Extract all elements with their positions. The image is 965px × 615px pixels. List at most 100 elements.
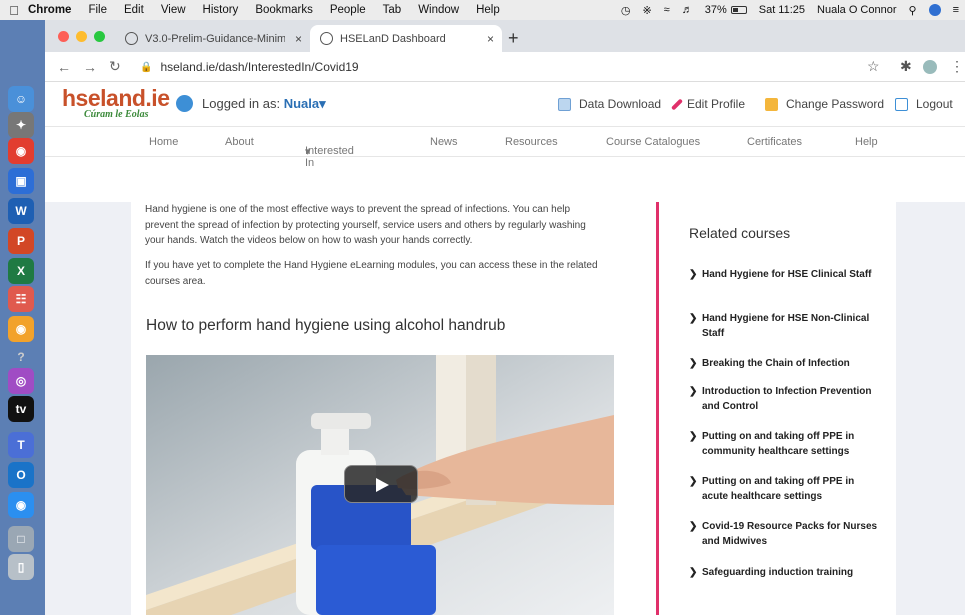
downloads-folder-icon[interactable]: □	[8, 526, 34, 552]
logged-in-label: Logged in as:	[202, 96, 281, 111]
forward-arrow-icon[interactable]: →	[83, 59, 97, 75]
data-download-link[interactable]: Data Download	[558, 97, 661, 111]
nav-help[interactable]: Help	[855, 136, 878, 148]
close-window-button[interactable]	[58, 31, 69, 42]
change-password-label: Change Password	[786, 97, 885, 111]
nav-interested-in-label: Interested In	[305, 145, 354, 169]
reload-icon[interactable]: ↻	[109, 58, 121, 75]
content-area: Hand hygiene is one of the most effectiv…	[45, 202, 965, 615]
course-link[interactable]: ❯ Putting on and taking off PPE in commun…	[689, 430, 879, 459]
pencil-icon	[670, 97, 684, 111]
chrome-menu-icon[interactable]: ⋮	[950, 58, 964, 75]
edit-profile-link[interactable]: Edit Profile	[670, 97, 745, 111]
address-url: hseland.ie/dash/InterestedIn/Covid19	[160, 60, 359, 74]
chrome-canary-icon[interactable]: ◉	[8, 316, 34, 342]
chevron-right-icon: ❯	[689, 567, 698, 578]
nav-about[interactable]: About	[225, 136, 254, 148]
globe-icon	[125, 32, 138, 45]
trash-icon[interactable]: ▯	[8, 554, 34, 580]
extensions-icon[interactable]: ✱	[900, 58, 912, 75]
battery-icon	[730, 4, 747, 16]
bookmark-star-icon[interactable]: ☆	[867, 58, 880, 75]
course-link[interactable]: ❯ Hand Hygiene for HSE Clinical Staff	[689, 268, 879, 283]
play-button[interactable]	[344, 465, 418, 503]
wifi-icon[interactable]: ≈	[664, 4, 670, 16]
user-name[interactable]: Nuala	[284, 96, 319, 111]
logged-in-status[interactable]: Logged in as: Nuala▾	[202, 96, 326, 112]
globe-icon	[320, 32, 333, 45]
outlook-icon[interactable]: O	[8, 462, 34, 488]
caret-down-icon: ▾	[305, 146, 311, 158]
app-store-icon[interactable]: ◉	[8, 492, 34, 518]
course-link[interactable]: ❯ Safeguarding induction training	[689, 566, 879, 581]
chevron-right-icon: ❯	[689, 358, 698, 369]
course-label: Hand Hygiene for HSE Non-Clinical Staff	[702, 313, 870, 339]
course-link[interactable]: ❯ Covid-19 Resource Packs for Nurses and …	[689, 520, 879, 549]
help-question-icon[interactable]: ?	[8, 344, 34, 370]
tab-guidance[interactable]: V3.0-Prelim-Guidance-Minimis ×	[115, 25, 310, 52]
menubar-user[interactable]: Nuala O Connor	[817, 4, 897, 16]
volume-icon[interactable]: ♬	[682, 4, 693, 16]
logout-icon	[895, 97, 908, 111]
tab-hseland-dashboard[interactable]: HSELanD Dashboard ×	[310, 25, 502, 52]
back-arrow-icon[interactable]: ←	[57, 59, 71, 75]
profile-avatar[interactable]	[923, 60, 937, 74]
word-icon[interactable]: W	[8, 198, 34, 224]
new-tab-button[interactable]: +	[508, 28, 519, 49]
close-tab-icon[interactable]: ×	[295, 32, 302, 46]
chrome-icon[interactable]: ◉	[8, 138, 34, 164]
photo-booth-icon[interactable]: ☷	[8, 286, 34, 312]
lock-icon: 🔒	[140, 61, 153, 73]
chevron-right-icon: ❯	[689, 431, 698, 442]
podcasts-icon[interactable]: ◎	[8, 368, 34, 394]
nav-certificates[interactable]: Certificates	[747, 136, 802, 148]
chevron-right-icon: ❯	[689, 476, 698, 487]
site-header: hseland.ie Cúram le Eolas Logged in as: …	[45, 82, 965, 127]
nav-course-catalogues[interactable]: Course Catalogues	[606, 136, 700, 148]
spotlight-search-icon[interactable]: ⚲	[909, 4, 917, 17]
control-list-icon[interactable]: ≡	[953, 4, 959, 16]
menu-people[interactable]: People	[330, 4, 366, 16]
course-label: Safeguarding induction training	[702, 567, 854, 578]
preview-icon[interactable]: ▣	[8, 168, 34, 194]
battery-percent[interactable]: 37%	[705, 4, 727, 16]
modules-paragraph: If you have yet to complete the Hand Hyg…	[145, 260, 598, 287]
menu-view[interactable]: View	[161, 4, 186, 16]
menu-edit[interactable]: Edit	[124, 4, 144, 16]
menu-app[interactable]: Chrome	[28, 4, 71, 16]
finder-icon[interactable]: ☺	[8, 86, 34, 112]
menu-help[interactable]: Help	[476, 4, 500, 16]
menu-history[interactable]: History	[203, 4, 239, 16]
nav-home[interactable]: Home	[149, 136, 178, 148]
menu-window[interactable]: Window	[418, 4, 459, 16]
launchpad-icon[interactable]: ✦	[8, 112, 34, 138]
bluetooth-icon[interactable]: ※	[642, 4, 651, 17]
menu-file[interactable]: File	[88, 4, 107, 16]
nav-resources[interactable]: Resources	[505, 136, 558, 148]
excel-icon[interactable]: X	[8, 258, 34, 284]
logout-link[interactable]: Logout	[895, 97, 953, 111]
menu-tab[interactable]: Tab	[383, 4, 402, 16]
course-link[interactable]: ❯ Introduction to Infection Prevention an…	[689, 385, 879, 414]
teams-icon[interactable]: T	[8, 432, 34, 458]
tab-strip: V3.0-Prelim-Guidance-Minimis × HSELanD D…	[45, 20, 965, 52]
minimize-window-button[interactable]	[76, 31, 87, 42]
nav-news[interactable]: News	[430, 136, 458, 148]
course-link[interactable]: ❯ Putting on and taking off PPE in acute …	[689, 475, 879, 504]
time-machine-icon[interactable]: ◷	[621, 4, 631, 17]
apple-icon[interactable]: 	[0, 3, 28, 18]
change-password-link[interactable]: Change Password	[765, 97, 884, 111]
address-bar[interactable]: 🔒 hseland.ie/dash/InterestedIn/Covid19	[140, 57, 359, 77]
siri-icon[interactable]	[928, 4, 941, 16]
course-link[interactable]: ❯ Hand Hygiene for HSE Non-Clinical Staff	[689, 312, 879, 341]
menu-bookmarks[interactable]: Bookmarks	[255, 4, 313, 16]
menubar-clock[interactable]: Sat 11:25	[759, 4, 805, 16]
course-link[interactable]: ❯ Breaking the Chain of Infection	[689, 357, 879, 372]
zoom-window-button[interactable]	[94, 31, 105, 42]
powerpoint-icon[interactable]: P	[8, 228, 34, 254]
video-player[interactable]	[146, 355, 614, 615]
caret-down-icon[interactable]: ▾	[319, 96, 326, 111]
hseland-logo[interactable]: hseland.ie Cúram le Eolas	[62, 85, 170, 120]
close-tab-icon[interactable]: ×	[487, 32, 494, 46]
apple-tv-icon[interactable]: tv	[8, 396, 34, 422]
